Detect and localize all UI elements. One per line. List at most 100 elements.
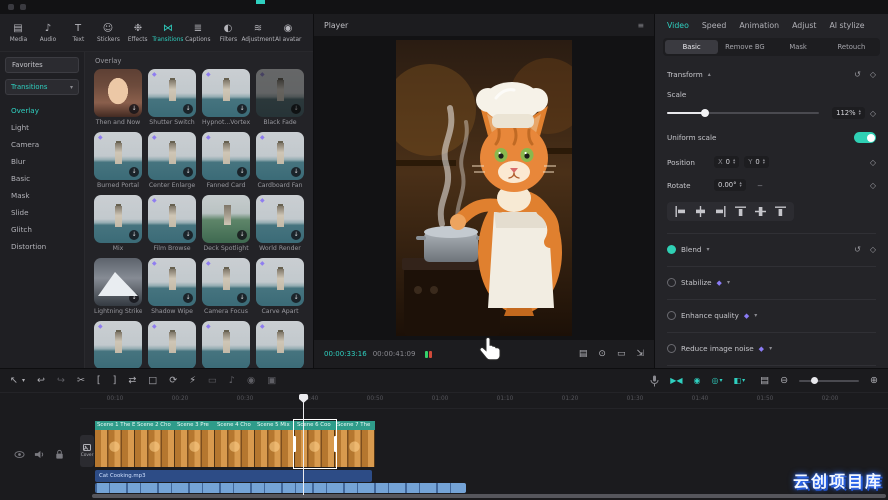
trim-right-icon[interactable]: ]: [113, 376, 117, 386]
timeline-horizontal-scrollbar[interactable]: [92, 494, 886, 498]
subtab-mask[interactable]: Mask: [772, 40, 825, 54]
align-left-button[interactable]: [675, 206, 686, 217]
transition-item[interactable]: ◆↓Hypnot...Vortex: [202, 69, 250, 127]
chevron-down-icon[interactable]: ▾: [769, 345, 772, 352]
chevron-down-icon[interactable]: ▾: [706, 246, 709, 253]
zoom-in-icon[interactable]: ⊕: [870, 376, 878, 386]
zoom-out-icon[interactable]: ⊖: [780, 376, 788, 386]
timeline-clip[interactable]: Scene 5 Mix: [255, 421, 295, 467]
transition-item[interactable]: ◆: [94, 321, 142, 368]
transition-item[interactable]: ◆↓World Render: [256, 195, 304, 253]
titlebar-icon[interactable]: [8, 4, 14, 10]
sidebar-item-blur[interactable]: Blur: [0, 153, 84, 170]
split-icon[interactable]: ✂: [77, 376, 85, 386]
trim-left-icon[interactable]: [: [97, 376, 101, 386]
align-right-button[interactable]: [715, 206, 726, 217]
timeline-clip[interactable]: Scene 4 Cho: [215, 421, 255, 467]
subtab-basic[interactable]: Basic: [665, 40, 718, 54]
player-viewport[interactable]: [314, 36, 654, 340]
subtab-retouch[interactable]: Retouch: [825, 40, 878, 54]
playhead-line[interactable]: [303, 395, 304, 495]
transition-item[interactable]: ↓Mix: [94, 195, 142, 253]
timeline-ruler[interactable]: 00:10 00:20 00:30 00:40 00:50 01:00 01:1…: [80, 393, 888, 409]
stepper-icon[interactable]: ▴▾: [763, 159, 765, 166]
ripple-toggle[interactable]: ◧▾: [734, 376, 746, 385]
stabilize-checkbox[interactable]: [667, 278, 676, 287]
timeline-clip[interactable]: Scene 7 The: [335, 421, 375, 467]
transition-item[interactable]: ◆↓Black Fade: [256, 69, 304, 127]
tab-speed[interactable]: Speed: [702, 21, 726, 30]
stepper-icon[interactable]: ▴▾: [733, 159, 735, 166]
toolbar-transitions[interactable]: ⋈Transitions: [153, 23, 183, 43]
redo-icon[interactable]: ↪: [57, 376, 65, 386]
keyframe-icon[interactable]: ◇: [870, 109, 876, 118]
category-dropdown[interactable]: Transitions ▾: [5, 79, 79, 95]
transition-item[interactable]: ◆: [256, 321, 304, 368]
zoom-slider-knob[interactable]: [811, 377, 818, 384]
reset-icon[interactable]: ↺: [854, 245, 861, 254]
reverse-icon[interactable]: ⟳: [169, 376, 177, 386]
align-top-button[interactable]: [735, 206, 746, 217]
keyframe-icon[interactable]: ◇: [870, 245, 876, 254]
transition-item[interactable]: ↓Lightning Strike: [94, 258, 142, 316]
timeline-clip[interactable]: Scene 1 The E: [95, 421, 135, 467]
align-center-vertical-button[interactable]: [755, 206, 766, 217]
align-bottom-button[interactable]: [775, 206, 786, 217]
timeline-clip[interactable]: Scene 2 Cho: [135, 421, 175, 467]
magnet-toggle[interactable]: ▶◀: [670, 376, 682, 385]
smart-cut-icon[interactable]: ⚡: [189, 376, 196, 386]
crop-icon[interactable]: □: [148, 376, 157, 386]
toolbar-filters[interactable]: ◐Filters: [213, 23, 243, 43]
keyframe-icon[interactable]: ◇: [870, 181, 876, 190]
timeline-zoom-slider[interactable]: [799, 380, 859, 382]
toolbar-text[interactable]: TText: [63, 23, 93, 43]
toolbar-ai-avatar[interactable]: ◉AI avatar: [273, 23, 303, 43]
sidebar-item-basic[interactable]: Basic: [0, 170, 84, 187]
align-center-horizontal-button[interactable]: [695, 206, 706, 217]
transition-item[interactable]: ◆↓Fanned Card: [202, 132, 250, 190]
record-screen-icon[interactable]: ▣: [267, 376, 276, 386]
track-view-icon[interactable]: ▤: [760, 376, 769, 386]
fit-zoom-icon[interactable]: ⊙: [598, 349, 606, 359]
toolbar-stickers[interactable]: ☺Stickers: [93, 23, 123, 43]
reduce-noise-checkbox[interactable]: [667, 344, 676, 353]
audio-clip-waveform[interactable]: [95, 483, 466, 493]
position-y-input[interactable]: Y0▴▾: [744, 156, 769, 168]
position-x-input[interactable]: X0▴▾: [714, 156, 739, 168]
aspect-ratio-icon[interactable]: ▤: [579, 349, 588, 359]
transition-item[interactable]: ◆↓Camera Focus: [202, 258, 250, 316]
sidebar-item-mask[interactable]: Mask: [0, 187, 84, 204]
toolbar-effects[interactable]: ❉Effects: [123, 23, 153, 43]
lock-track-icon[interactable]: [54, 449, 65, 460]
transition-item[interactable]: ◆↓Shutter Switch: [148, 69, 196, 127]
collapse-icon[interactable]: ▴: [708, 71, 711, 78]
reset-icon[interactable]: ↺: [854, 70, 861, 79]
transition-item[interactable]: ◆↓Center Enlarge: [148, 132, 196, 190]
toolbar-media[interactable]: ▤Media: [3, 23, 33, 43]
transition-item[interactable]: ↓Then and Now: [94, 69, 142, 127]
uniform-scale-toggle[interactable]: [854, 132, 876, 143]
transition-item[interactable]: ◆: [148, 321, 196, 368]
titlebar-icon[interactable]: [20, 4, 26, 10]
fullscreen-icon[interactable]: ⇲: [636, 349, 644, 359]
transition-item[interactable]: ◆↓Film Browse: [148, 195, 196, 253]
sidebar-item-glitch[interactable]: Glitch: [0, 221, 84, 238]
transition-item[interactable]: ◆↓Cardboard Fan: [256, 132, 304, 190]
tab-ai-stylize[interactable]: AI stylize: [829, 21, 864, 30]
preview-axis-toggle[interactable]: ◎▾: [712, 376, 723, 385]
transition-item[interactable]: ◆↓Shadow Wipe: [148, 258, 196, 316]
toolbar-captions[interactable]: ≣Captions: [183, 23, 213, 43]
audio-clip-music[interactable]: Cat Cooking.mp3: [95, 470, 372, 482]
favorites-button[interactable]: Favorites: [5, 57, 79, 73]
enhance-quality-checkbox[interactable]: [667, 311, 676, 320]
transition-item[interactable]: ◆↓Burned Portal: [94, 132, 142, 190]
mirror-icon[interactable]: ⇄: [128, 376, 136, 386]
select-dropdown-icon[interactable]: ▾: [22, 376, 25, 386]
quality-icon[interactable]: ▭: [617, 349, 626, 359]
mute-track-icon[interactable]: [34, 449, 45, 460]
link-toggle[interactable]: ◉: [694, 376, 701, 385]
undo-icon[interactable]: ↩: [37, 376, 45, 386]
overlay-mode-icon[interactable]: ▭: [208, 376, 217, 386]
hide-track-icon[interactable]: [14, 449, 25, 460]
transition-item[interactable]: ◆↓Carve Apart: [256, 258, 304, 316]
